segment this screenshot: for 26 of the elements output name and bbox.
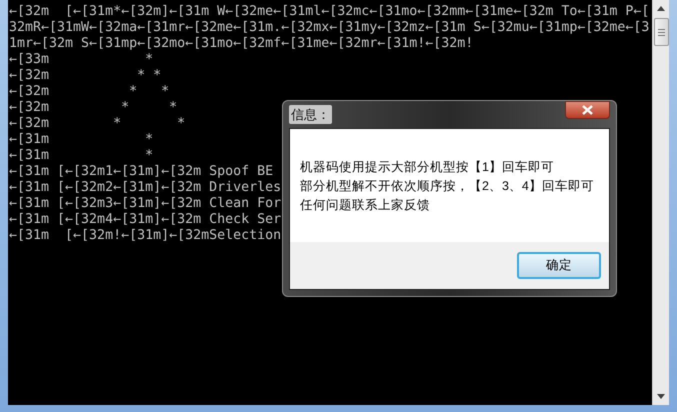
console-line: ←[32m * * bbox=[9, 100, 178, 116]
close-button[interactable] bbox=[565, 101, 610, 119]
scrollbar[interactable] bbox=[652, 0, 669, 405]
console-line: ←[31m [←[32m!←[31m]←[32mSelection bbox=[9, 228, 282, 244]
scroll-down-icon[interactable] bbox=[657, 394, 665, 399]
scroll-up-icon[interactable] bbox=[657, 6, 665, 11]
console-line: ←[32m * * bbox=[9, 68, 162, 84]
console-line: ←[31m * bbox=[9, 132, 154, 148]
console-line: ←[32m * * bbox=[9, 116, 186, 132]
console-line: ←[31m * bbox=[9, 148, 154, 164]
message-line: 任何问题联系上家反馈 bbox=[300, 197, 431, 213]
scrollbar-thumb[interactable] bbox=[654, 18, 668, 46]
console-line: ←[31m [←[32m4←[31m]←[32m Check Ser bbox=[9, 212, 282, 228]
message-line: 机器码使用提示大部分机型按【1】回车即可 bbox=[300, 159, 555, 175]
console-line: ←[31m [←[32m2←[31m]←[32m Driverles bbox=[9, 180, 282, 196]
console-line: 32mR←[31mW←[32ma←[31mr←[32me←[31m.←[32mx←[31my←[32mz←[31m S←[32mu←[31mp←[32me←[3 bbox=[9, 20, 650, 36]
message-line: 部分机型解不开依次顺序按，【2、3、4】回车即可 bbox=[300, 178, 595, 194]
console-line: ←[32m [←[31m*←[32m]←[31m W←[32me←[31ml←[32mc←[31mo←[32mm←[31me←[32m To←[31m P←[ bbox=[9, 4, 650, 20]
ok-button[interactable]: 确定 bbox=[517, 252, 601, 279]
console-line: ←[31m [←[32m3←[31m]←[32m Clean For bbox=[9, 196, 282, 212]
console-line: ←[32m * * bbox=[9, 84, 170, 100]
console-line: 1mr←[32m S←[31mp←[32mo←[31mo←[32mf←[31me←[32mr←[31m!←[32m! bbox=[9, 36, 474, 52]
console-line: ←[33m * bbox=[9, 52, 154, 68]
dialog-title: 信息： bbox=[289, 104, 332, 124]
console-line: ←[31m [←[32m1←[31m]←[32m Spoof BE bbox=[9, 164, 274, 180]
close-icon bbox=[582, 105, 593, 115]
